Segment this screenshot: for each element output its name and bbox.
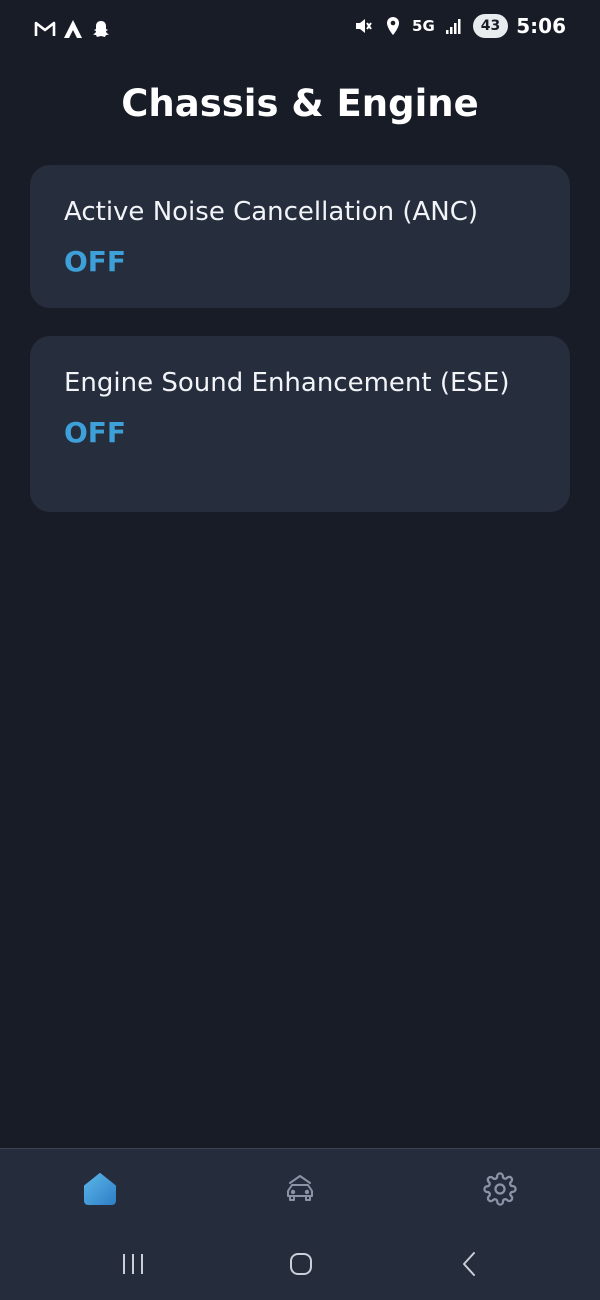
system-home-button[interactable] bbox=[281, 1248, 321, 1284]
anc-status: OFF bbox=[64, 245, 127, 278]
home-circle-icon bbox=[288, 1251, 314, 1281]
recents-button[interactable] bbox=[113, 1248, 153, 1284]
page-title: Chassis & Engine bbox=[121, 82, 479, 125]
system-status: 5G 43 5:06 bbox=[352, 14, 566, 38]
back-button[interactable] bbox=[449, 1248, 489, 1284]
back-icon bbox=[459, 1251, 479, 1281]
system-nav-bar bbox=[0, 1230, 600, 1300]
battery-level: 43 bbox=[472, 14, 509, 38]
car-icon bbox=[282, 1172, 318, 1210]
status-bar: 5G 43 5:06 bbox=[0, 0, 600, 56]
anc-label: Active Noise Cancellation (ANC) bbox=[64, 197, 479, 227]
ese-setting-card[interactable]: Engine Sound Enhancement (ESE) OFF bbox=[30, 336, 570, 512]
snapchat-icon bbox=[90, 18, 112, 40]
mute-icon bbox=[352, 15, 374, 37]
network-type: 5G bbox=[412, 17, 435, 35]
app-a-icon bbox=[62, 18, 84, 40]
signal-icon bbox=[443, 15, 465, 37]
gear-icon bbox=[483, 1172, 517, 1210]
anc-setting-card[interactable]: Active Noise Cancellation (ANC) OFF bbox=[30, 165, 570, 308]
home-icon bbox=[82, 1172, 118, 1210]
ese-status: OFF bbox=[64, 416, 127, 449]
nav-home-button[interactable] bbox=[78, 1169, 122, 1213]
nav-settings-button[interactable] bbox=[478, 1169, 522, 1213]
recents-icon bbox=[120, 1252, 146, 1280]
ese-label: Engine Sound Enhancement (ESE) bbox=[64, 368, 510, 398]
gmail-icon bbox=[34, 18, 56, 40]
notification-icons bbox=[34, 18, 112, 40]
bottom-nav bbox=[0, 1148, 600, 1231]
nav-car-button[interactable] bbox=[278, 1169, 322, 1213]
location-icon bbox=[382, 15, 404, 37]
clock: 5:06 bbox=[516, 14, 566, 38]
